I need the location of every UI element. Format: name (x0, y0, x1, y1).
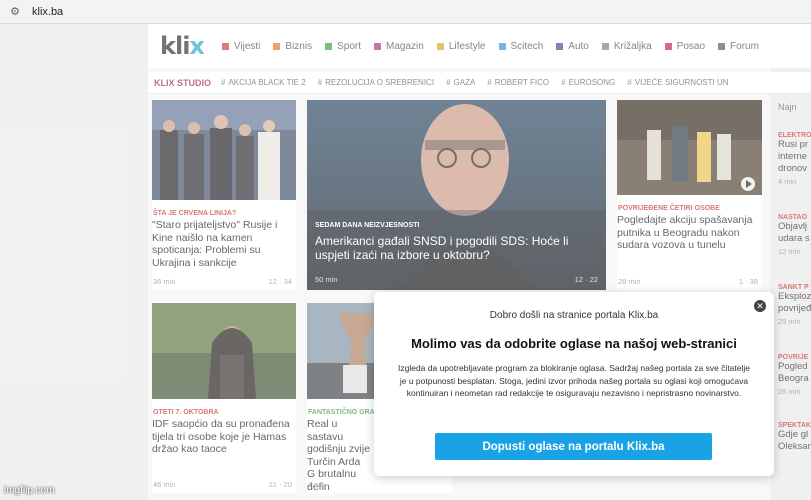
browser-address-bar: ⚙ klix.ba (0, 0, 811, 24)
allow-ads-button[interactable]: Dopusti oglase na portalu Klix.ba (435, 433, 712, 460)
modal-welcome: Dobro došli na stranice portala Klix.ba (489, 310, 659, 321)
modal-heading: Molimo vas da odobrite oglase na našoj w… (411, 336, 737, 351)
imgflip-watermark: imgflip.com (4, 485, 55, 496)
url-text[interactable]: klix.ba (32, 6, 63, 18)
site-settings-icon[interactable]: ⚙ (8, 5, 22, 19)
adblock-modal: ✕ Dobro došli na stranice portala Klix.b… (374, 292, 774, 476)
modal-body: Izgleda da upotrebljavate program za blo… (397, 363, 750, 398)
